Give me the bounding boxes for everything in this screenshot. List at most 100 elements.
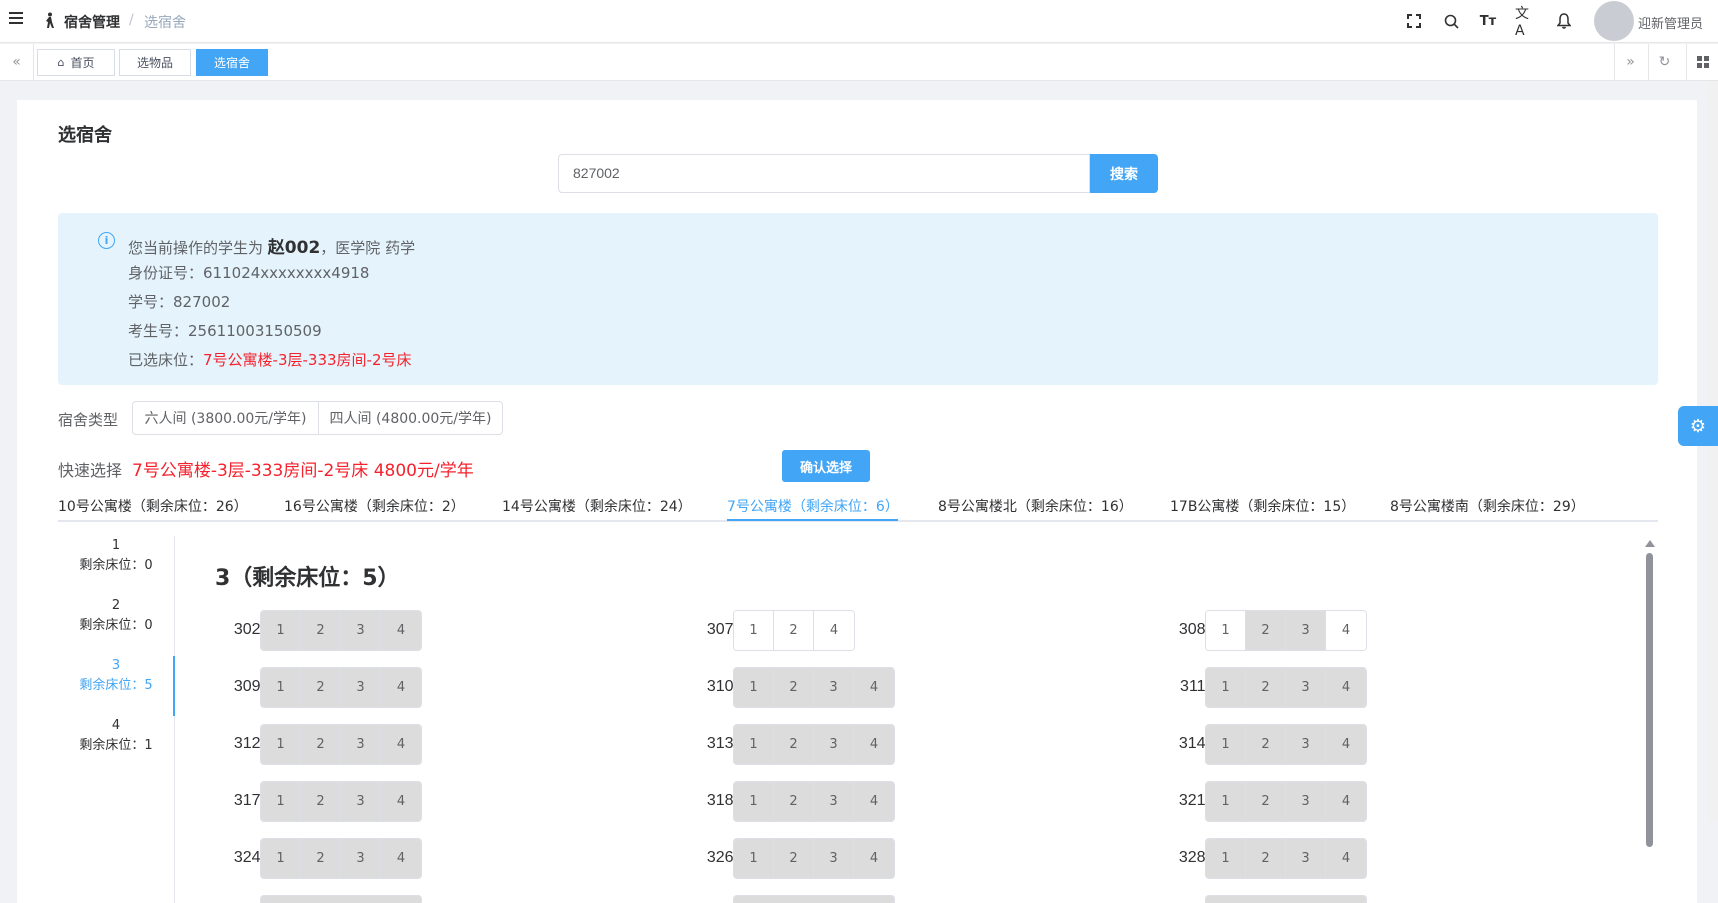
bed-button-taken[interactable]: 2 <box>301 668 341 707</box>
tab-building-16[interactable]: 16号公寓楼（剩余床位：2） <box>284 496 465 516</box>
tag-home[interactable]: ⌂ 首页 <box>37 49 115 76</box>
translate-icon[interactable]: 文A <box>1515 6 1535 39</box>
exam-value: 25611003150509 <box>188 322 322 340</box>
bed-button-taken[interactable]: 3 <box>1286 668 1326 707</box>
room-type-four[interactable]: 四人间 (4800.00元/学年) <box>318 401 503 435</box>
bed-button-taken[interactable]: 4 <box>381 839 421 878</box>
search-button[interactable]: 搜索 <box>1090 154 1158 193</box>
page-scrollbar[interactable] <box>1708 82 1718 822</box>
scroll-right-icon[interactable]: » <box>1614 44 1646 80</box>
bed-button-taken[interactable]: 1 <box>1206 668 1246 707</box>
floor-item-2[interactable]: 2 剩余床位：0 <box>58 596 174 636</box>
bed-button-taken[interactable]: 2 <box>301 839 341 878</box>
bed-button-taken[interactable]: 3 <box>341 668 381 707</box>
refresh-icon[interactable]: ↻ <box>1648 44 1680 80</box>
bed-button-available[interactable]: 4 <box>1326 611 1366 650</box>
confirm-button[interactable]: 确认选择 <box>782 450 870 482</box>
tab-building-14[interactable]: 14号公寓楼（剩余床位：24） <box>502 496 692 516</box>
bed-button-taken[interactable]: 3 <box>1286 611 1326 650</box>
bed-button-taken[interactable]: 1 <box>734 725 774 764</box>
bed-button-taken[interactable]: 1 <box>1206 839 1246 878</box>
bed-button-taken[interactable]: 1 <box>261 668 301 707</box>
bed-button-taken[interactable]: 3 <box>341 725 381 764</box>
tag-items[interactable]: 选物品 <box>119 49 191 76</box>
bed-button-taken[interactable]: 2 <box>301 725 341 764</box>
bed-group: 1234 <box>1205 667 1367 708</box>
avatar[interactable] <box>1594 1 1634 41</box>
fullscreen-icon[interactable] <box>1404 11 1424 31</box>
bed-button-taken[interactable]: 2 <box>1246 839 1286 878</box>
breadcrumb-root[interactable]: 宿舍管理 <box>64 12 120 32</box>
bed-button-taken[interactable]: 3 <box>814 668 854 707</box>
bed-button-taken[interactable]: 1 <box>261 839 301 878</box>
bed-button-taken[interactable]: 3 <box>814 725 854 764</box>
search-input[interactable]: 827002 <box>558 154 1090 193</box>
bed-group: 1234 <box>733 781 895 822</box>
bed-button-taken[interactable]: 4 <box>854 668 894 707</box>
bed-button-taken[interactable]: 1 <box>261 725 301 764</box>
bed-button-taken[interactable]: 4 <box>854 839 894 878</box>
settings-gear-icon[interactable]: ⚙ <box>1678 406 1718 446</box>
tag-dorm[interactable]: 选宿舍 <box>196 49 268 76</box>
bed-button-taken[interactable]: 4 <box>1326 782 1366 821</box>
floor-item-3[interactable]: 3 剩余床位：5 <box>58 656 174 696</box>
tab-building-8-north[interactable]: 8号公寓楼北（剩余床位：16） <box>938 496 1133 516</box>
bed-button-taken[interactable]: 4 <box>1326 839 1366 878</box>
bed-button-taken[interactable]: 2 <box>1246 668 1286 707</box>
bed-button-taken[interactable]: 2 <box>774 839 814 878</box>
bed-button-taken[interactable]: 4 <box>381 782 421 821</box>
bed-button-taken[interactable]: 3 <box>341 839 381 878</box>
bed-button-taken[interactable]: 4 <box>854 782 894 821</box>
bed-button-taken[interactable]: 1 <box>734 668 774 707</box>
bed-button-taken[interactable]: 3 <box>341 782 381 821</box>
bell-icon[interactable] <box>1554 11 1574 31</box>
tab-building-17b[interactable]: 17B公寓楼（剩余床位：15） <box>1170 496 1355 516</box>
bed-button-taken[interactable]: 2 <box>1246 611 1286 650</box>
bed-button-taken[interactable]: 1 <box>734 839 774 878</box>
floor-item-4[interactable]: 4 剩余床位：1 <box>58 716 174 756</box>
bed-button-taken[interactable]: 2 <box>301 782 341 821</box>
sno-label: 学号： <box>128 293 174 311</box>
bed-button-taken[interactable]: 3 <box>1286 839 1326 878</box>
scroll-left-icon[interactable]: « <box>0 44 34 80</box>
room-label: 324: <box>233 849 265 866</box>
bed-button-taken[interactable]: 2 <box>774 725 814 764</box>
search-icon[interactable] <box>1441 11 1461 31</box>
bed-button-taken[interactable]: 4 <box>854 725 894 764</box>
bed-button-taken[interactable]: 3 <box>1286 782 1326 821</box>
floor-item-1[interactable]: 1 剩余床位：0 <box>58 536 174 576</box>
bed-button-taken[interactable]: 4 <box>1326 725 1366 764</box>
scroll-up-arrow-icon[interactable] <box>1645 540 1655 547</box>
bed-button-taken[interactable]: 1 <box>1206 725 1246 764</box>
bed-button-taken[interactable]: 2 <box>774 668 814 707</box>
bed-button-taken[interactable]: 2 <box>1246 782 1286 821</box>
hamburger-icon[interactable] <box>9 12 25 28</box>
bed-button-available[interactable]: 4 <box>814 611 854 650</box>
bed-button-available[interactable]: 1 <box>734 611 774 650</box>
font-size-icon[interactable]: Tт <box>1478 11 1498 31</box>
rooms-scrollbar-thumb[interactable] <box>1646 553 1653 847</box>
bed-button-taken[interactable]: 1 <box>1206 782 1246 821</box>
tab-building-7[interactable]: 7号公寓楼（剩余床位：6） <box>727 496 899 516</box>
bed-button-taken[interactable]: 1 <box>261 611 301 650</box>
bed-button-taken[interactable]: 2 <box>301 611 341 650</box>
bed-button-taken[interactable]: 4 <box>381 725 421 764</box>
bed-button-taken[interactable]: 4 <box>381 611 421 650</box>
bed-button-taken[interactable]: 2 <box>774 782 814 821</box>
bed-button-taken[interactable]: 3 <box>814 839 854 878</box>
bed-button-taken[interactable]: 1 <box>261 782 301 821</box>
tab-building-10[interactable]: 10号公寓楼（剩余床位：26） <box>58 496 248 516</box>
bed-button-available[interactable]: 2 <box>774 611 814 650</box>
bed-button-taken[interactable]: 1 <box>734 782 774 821</box>
bed-button-taken[interactable]: 3 <box>341 611 381 650</box>
bed-button-taken[interactable]: 2 <box>1246 725 1286 764</box>
grid-menu-icon[interactable] <box>1686 44 1718 80</box>
bed-button-taken[interactable]: 4 <box>1326 668 1366 707</box>
bed-button-taken[interactable]: 3 <box>814 782 854 821</box>
bed-button-taken[interactable]: 4 <box>381 668 421 707</box>
room-type-six[interactable]: 六人间 (3800.00元/学年) <box>132 401 319 435</box>
bed-button-taken[interactable]: 3 <box>1286 725 1326 764</box>
tab-building-8-south[interactable]: 8号公寓楼南（剩余床位：29） <box>1390 496 1585 516</box>
user-name[interactable]: 迎新管理员 <box>1638 13 1703 32</box>
bed-button-available[interactable]: 1 <box>1206 611 1246 650</box>
